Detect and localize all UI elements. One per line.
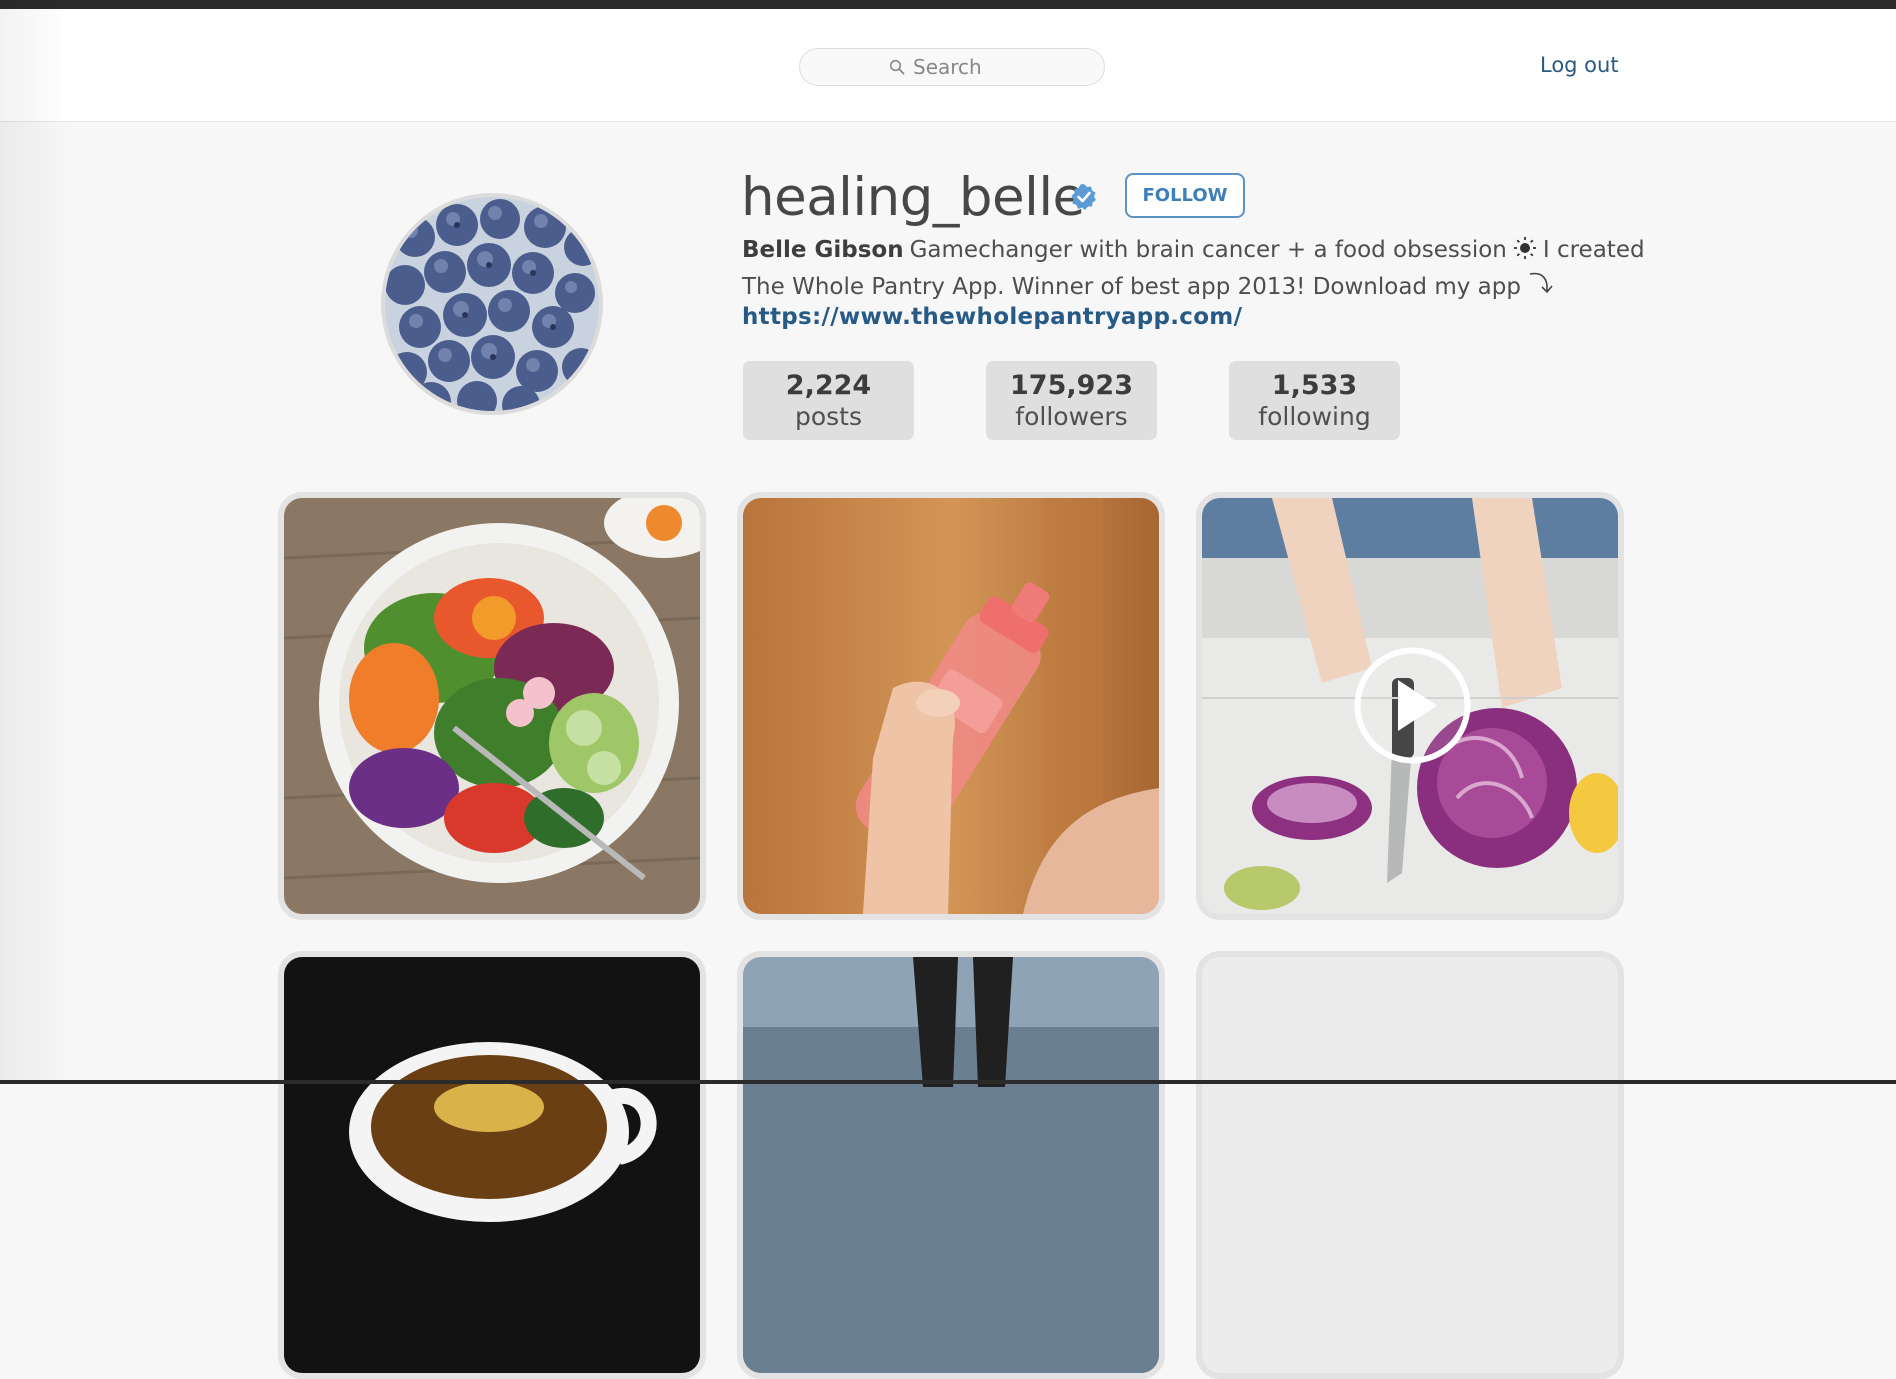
stat-following-count: 1,533	[1271, 369, 1358, 401]
bio-text-line2: The Whole Pantry App. Winner of best app…	[742, 274, 1521, 300]
stat-following-label: following	[1258, 401, 1371, 431]
stat-posts[interactable]: 2,224 posts	[743, 361, 914, 440]
stat-posts-label: posts	[794, 401, 863, 431]
post-tile-blank[interactable]	[1196, 951, 1624, 1379]
profile-display-name: Belle Gibson	[742, 237, 904, 263]
stat-followers[interactable]: 175,923 followers	[986, 361, 1157, 440]
top-navigation-bar: Log out	[0, 9, 1896, 122]
walking-photo	[743, 957, 1159, 1373]
verified-badge-icon	[1071, 184, 1096, 210]
sun-icon	[1513, 236, 1537, 269]
profile-website-link[interactable]: https://www.thewholepantryapp.com/	[742, 304, 1242, 330]
profile-avatar[interactable]	[381, 193, 603, 415]
post-tile-salad[interactable]	[278, 492, 706, 920]
window-top-strip	[0, 0, 1896, 9]
blank-photo	[1202, 957, 1618, 1373]
post-tile-walking[interactable]	[737, 951, 1165, 1379]
search-input[interactable]	[911, 54, 1015, 80]
post-tile-water-bottle[interactable]	[737, 492, 1165, 920]
search-box[interactable]	[799, 48, 1105, 86]
water-bottle-photo	[743, 498, 1159, 914]
stat-following[interactable]: 1,533 following	[1229, 361, 1400, 440]
stat-followers-label: followers	[1015, 401, 1128, 431]
left-edge-shadow	[0, 0, 70, 1084]
bio-text-line1-end: I created	[1542, 237, 1645, 263]
post-tile-tea[interactable]	[278, 951, 706, 1379]
stat-followers-count: 175,923	[1010, 369, 1133, 401]
window-bottom-strip	[0, 1080, 1896, 1084]
curved-arrow-icon	[1527, 269, 1555, 306]
bio-text-line1: Gamechanger with brain cancer + a food o…	[909, 237, 1507, 263]
profile-bio: Belle Gibson Gamechanger with brain cance…	[742, 234, 1782, 306]
salad-photo	[284, 498, 700, 914]
blueberries-photo	[385, 197, 599, 411]
stat-posts-count: 2,224	[785, 369, 872, 401]
follow-button[interactable]: FOLLOW	[1125, 173, 1245, 218]
tea-photo	[284, 957, 700, 1373]
search-icon	[889, 59, 905, 75]
play-icon[interactable]	[1353, 646, 1472, 765]
profile-username: healing_belle	[741, 167, 1085, 228]
logout-link[interactable]: Log out	[1540, 53, 1619, 77]
